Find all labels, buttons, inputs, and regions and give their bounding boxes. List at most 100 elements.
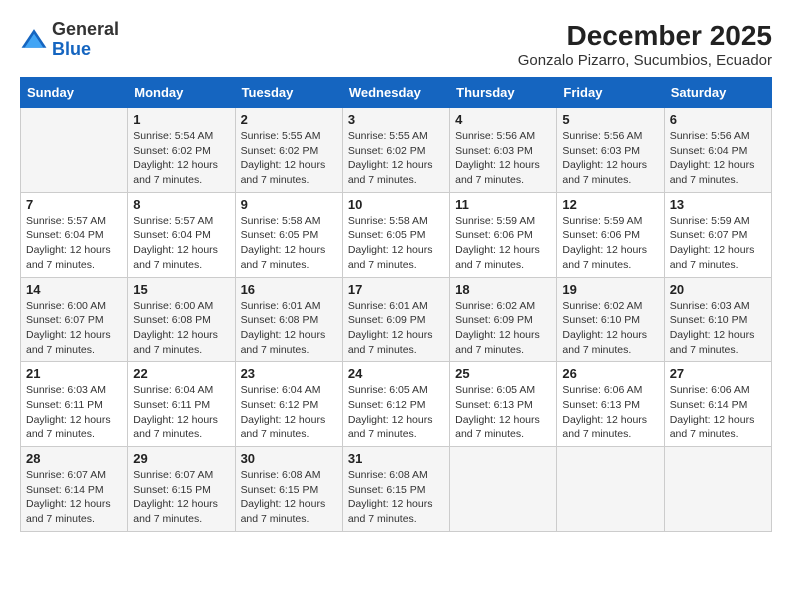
day-info: Sunrise: 5:56 AMSunset: 6:03 PMDaylight:… [455,129,551,188]
day-info: Sunrise: 6:07 AMSunset: 6:14 PMDaylight:… [26,468,122,527]
calendar-cell: 21 Sunrise: 6:03 AMSunset: 6:11 PMDayligh… [21,362,128,447]
calendar-cell: 19Sunrise: 6:02 AMSunset: 6:10 PMDayligh… [557,277,664,362]
day-number: 18 [455,282,551,297]
day-info: Sunrise: 6:01 AMSunset: 6:08 PMDaylight:… [241,299,337,358]
day-number: 4 [455,112,551,127]
calendar-cell: 7 Sunrise: 5:57 AMSunset: 6:04 PMDaylight… [21,192,128,277]
day-info: Sunrise: 6:00 AMSunset: 6:08 PMDaylight:… [133,299,229,358]
day-info: Sunrise: 5:55 AMSunset: 6:02 PMDaylight:… [241,129,337,188]
calendar-week-row: 28 Sunrise: 6:07 AMSunset: 6:14 PMDayligh… [21,447,772,532]
page-header: General Blue December 2025 Gonzalo Pizar… [20,20,772,69]
logo-general: General Blue [52,20,119,60]
day-number: 15 [133,282,229,297]
day-number: 7 [26,197,122,212]
day-info: Sunrise: 6:06 AMSunset: 6:14 PMDaylight:… [670,383,766,442]
day-info: Sunrise: 6:01 AMSunset: 6:09 PMDaylight:… [348,299,444,358]
day-number: 8 [133,197,229,212]
day-info: Sunrise: 6:05 AMSunset: 6:13 PMDaylight:… [455,383,551,442]
logo: General Blue [20,20,119,60]
day-info: Sunrise: 5:59 AMSunset: 6:07 PMDaylight:… [670,214,766,273]
calendar-cell: 26 Sunrise: 6:06 AMSunset: 6:13 PMDayligh… [557,362,664,447]
day-number: 11 [455,197,551,212]
calendar-header: Sunday Monday Tuesday Wednesday Thursday… [21,78,772,108]
calendar-cell: 6 Sunrise: 5:56 AMSunset: 6:04 PMDaylight… [664,108,771,193]
day-info: Sunrise: 5:59 AMSunset: 6:06 PMDaylight:… [455,214,551,273]
day-number: 22 [133,366,229,381]
day-number: 30 [241,451,337,466]
col-friday: Friday [557,78,664,108]
calendar-cell [557,447,664,532]
col-monday: Monday [128,78,235,108]
day-number: 13 [670,197,766,212]
col-sunday: Sunday [21,78,128,108]
calendar-cell [664,447,771,532]
calendar-week-row: 21 Sunrise: 6:03 AMSunset: 6:11 PMDayligh… [21,362,772,447]
day-number: 20 [670,282,766,297]
calendar-cell: 29Sunrise: 6:07 AMSunset: 6:15 PMDayligh… [128,447,235,532]
day-number: 28 [26,451,122,466]
calendar-cell: 23Sunrise: 6:04 AMSunset: 6:12 PMDayligh… [235,362,342,447]
day-number: 1 [133,112,229,127]
day-number: 16 [241,282,337,297]
col-wednesday: Wednesday [342,78,449,108]
calendar-cell: 31 Sunrise: 6:08 AMSunset: 6:15 PMDayligh… [342,447,449,532]
day-number: 25 [455,366,551,381]
day-info: Sunrise: 5:56 AMSunset: 6:03 PMDaylight:… [562,129,658,188]
calendar-cell: 16 Sunrise: 6:01 AMSunset: 6:08 PMDayligh… [235,277,342,362]
day-number: 3 [348,112,444,127]
day-info: Sunrise: 5:54 AMSunset: 6:02 PMDaylight:… [133,129,229,188]
day-info: Sunrise: 6:05 AMSunset: 6:12 PMDaylight:… [348,383,444,442]
col-saturday: Saturday [664,78,771,108]
calendar-cell: 8 Sunrise: 5:57 AMSunset: 6:04 PMDaylight… [128,192,235,277]
day-number: 14 [26,282,122,297]
calendar-cell: 2 Sunrise: 5:55 AMSunset: 6:02 PMDaylight… [235,108,342,193]
calendar-body: 1 Sunrise: 5:54 AMSunset: 6:02 PMDaylight… [21,108,772,532]
day-info: Sunrise: 6:08 AMSunset: 6:15 PMDaylight:… [348,468,444,527]
day-number: 10 [348,197,444,212]
day-info: Sunrise: 5:58 AMSunset: 6:05 PMDaylight:… [241,214,337,273]
day-number: 26 [562,366,658,381]
logo-icon [20,26,48,54]
day-number: 27 [670,366,766,381]
calendar-week-row: 7 Sunrise: 5:57 AMSunset: 6:04 PMDaylight… [21,192,772,277]
calendar-cell: 22Sunrise: 6:04 AMSunset: 6:11 PMDayligh… [128,362,235,447]
calendar-cell [21,108,128,193]
calendar-cell: 17 Sunrise: 6:01 AMSunset: 6:09 PMDayligh… [342,277,449,362]
day-number: 24 [348,366,444,381]
calendar-cell: 12Sunrise: 5:59 AMSunset: 6:06 PMDayligh… [557,192,664,277]
day-number: 21 [26,366,122,381]
day-info: Sunrise: 5:55 AMSunset: 6:02 PMDaylight:… [348,129,444,188]
day-info: Sunrise: 5:58 AMSunset: 6:05 PMDaylight:… [348,214,444,273]
day-number: 2 [241,112,337,127]
col-thursday: Thursday [450,78,557,108]
day-number: 5 [562,112,658,127]
day-info: Sunrise: 5:56 AMSunset: 6:04 PMDaylight:… [670,129,766,188]
calendar-cell: 20 Sunrise: 6:03 AMSunset: 6:10 PMDayligh… [664,277,771,362]
calendar-cell: 14Sunrise: 6:00 AMSunset: 6:07 PMDayligh… [21,277,128,362]
day-number: 9 [241,197,337,212]
day-info: Sunrise: 5:57 AMSunset: 6:04 PMDaylight:… [133,214,229,273]
calendar-cell: 9 Sunrise: 5:58 AMSunset: 6:05 PMDaylight… [235,192,342,277]
calendar-table: Sunday Monday Tuesday Wednesday Thursday… [20,77,772,532]
calendar-cell: 5 Sunrise: 5:56 AMSunset: 6:03 PMDaylight… [557,108,664,193]
day-number: 29 [133,451,229,466]
calendar-cell: 30Sunrise: 6:08 AMSunset: 6:15 PMDayligh… [235,447,342,532]
title-section: December 2025 Gonzalo Pizarro, Sucumbios… [518,20,772,69]
day-info: Sunrise: 6:03 AMSunset: 6:10 PMDaylight:… [670,299,766,358]
calendar-cell: 1 Sunrise: 5:54 AMSunset: 6:02 PMDaylight… [128,108,235,193]
calendar-cell: 13 Sunrise: 5:59 AMSunset: 6:07 PMDayligh… [664,192,771,277]
calendar-cell: 3 Sunrise: 5:55 AMSunset: 6:02 PMDaylight… [342,108,449,193]
day-number: 19 [562,282,658,297]
day-info: Sunrise: 5:57 AMSunset: 6:04 PMDaylight:… [26,214,122,273]
day-number: 31 [348,451,444,466]
day-number: 6 [670,112,766,127]
calendar-cell: 10 Sunrise: 5:58 AMSunset: 6:05 PMDayligh… [342,192,449,277]
day-info: Sunrise: 6:03 AMSunset: 6:11 PMDaylight:… [26,383,122,442]
calendar-cell: 4 Sunrise: 5:56 AMSunset: 6:03 PMDaylight… [450,108,557,193]
calendar-cell: 11 Sunrise: 5:59 AMSunset: 6:06 PMDayligh… [450,192,557,277]
day-info: Sunrise: 6:06 AMSunset: 6:13 PMDaylight:… [562,383,658,442]
day-info: Sunrise: 6:02 AMSunset: 6:09 PMDaylight:… [455,299,551,358]
header-row: Sunday Monday Tuesday Wednesday Thursday… [21,78,772,108]
day-number: 17 [348,282,444,297]
calendar-cell [450,447,557,532]
